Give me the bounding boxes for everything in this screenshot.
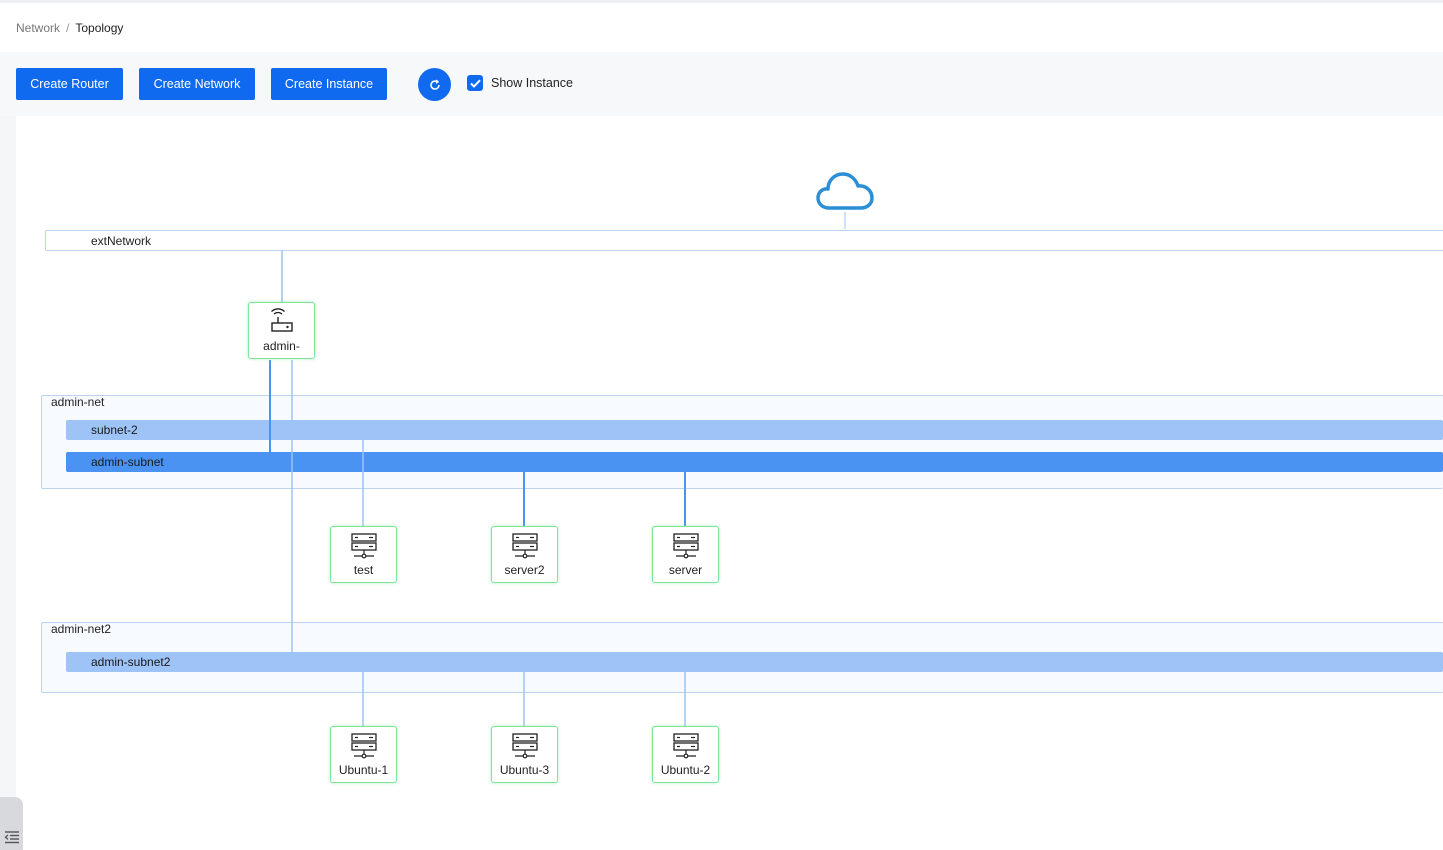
breadcrumb-separator: / — [66, 21, 70, 35]
server-icon — [672, 733, 699, 759]
server-icon — [350, 733, 377, 759]
create-router-button[interactable]: Create Router — [16, 68, 123, 100]
instance-node[interactable]: server — [652, 526, 719, 583]
subnet-bar[interactable]: admin-subnet — [66, 452, 1443, 472]
instance-node[interactable]: Ubuntu-2 — [652, 726, 719, 783]
subnet-bar[interactable]: admin-subnet2 — [66, 652, 1443, 672]
external-network[interactable]: extNetwork — [45, 230, 1443, 251]
router-node[interactable]: admin- — [248, 302, 315, 359]
cloud-icon[interactable] — [815, 168, 875, 214]
subnet-bar[interactable]: subnet-2 — [66, 420, 1443, 440]
server-icon — [350, 533, 377, 559]
show-instance-label: Show Instance — [491, 76, 573, 90]
network-title: admin-net2 — [51, 622, 112, 636]
instance-label: server2 — [504, 563, 545, 577]
instance-label: test — [353, 563, 374, 577]
menu-collapse-icon — [4, 831, 19, 844]
breadcrumb: Network / Topology — [16, 21, 123, 35]
instance-node[interactable]: Ubuntu-1 — [330, 726, 397, 783]
server-icon — [672, 533, 699, 559]
create-network-button[interactable]: Create Network — [139, 68, 255, 100]
create-instance-button[interactable]: Create Instance — [271, 68, 387, 100]
network-admin-net[interactable] — [41, 395, 1443, 489]
instance-node[interactable]: server2 — [491, 526, 558, 583]
instance-label: server — [668, 563, 703, 577]
check-icon — [469, 79, 481, 88]
refresh-button[interactable] — [418, 68, 451, 101]
refresh-icon — [429, 79, 440, 90]
show-instance-toggle[interactable]: Show Instance — [467, 75, 573, 91]
router-label: admin- — [263, 339, 300, 353]
server-icon — [511, 733, 538, 759]
instance-node[interactable]: test — [330, 526, 397, 583]
breadcrumb-network-link[interactable]: Network — [16, 21, 60, 35]
show-instance-checkbox[interactable] — [467, 75, 483, 91]
sidebar-toggle[interactable] — [0, 797, 23, 850]
toolbar: Create Router Create Network Create Inst… — [0, 52, 1443, 116]
network-title: admin-net — [51, 395, 105, 409]
server-icon — [511, 533, 538, 559]
breadcrumb-current: Topology — [75, 21, 124, 35]
instance-label: Ubuntu-3 — [499, 763, 550, 777]
top-bar: Network / Topology — [0, 0, 1443, 52]
instance-label: Ubuntu-2 — [660, 763, 711, 777]
instance-label: Ubuntu-1 — [338, 763, 389, 777]
router-icon — [270, 308, 293, 332]
external-network-label: extNetwork — [91, 234, 152, 248]
instance-node[interactable]: Ubuntu-3 — [491, 726, 558, 783]
